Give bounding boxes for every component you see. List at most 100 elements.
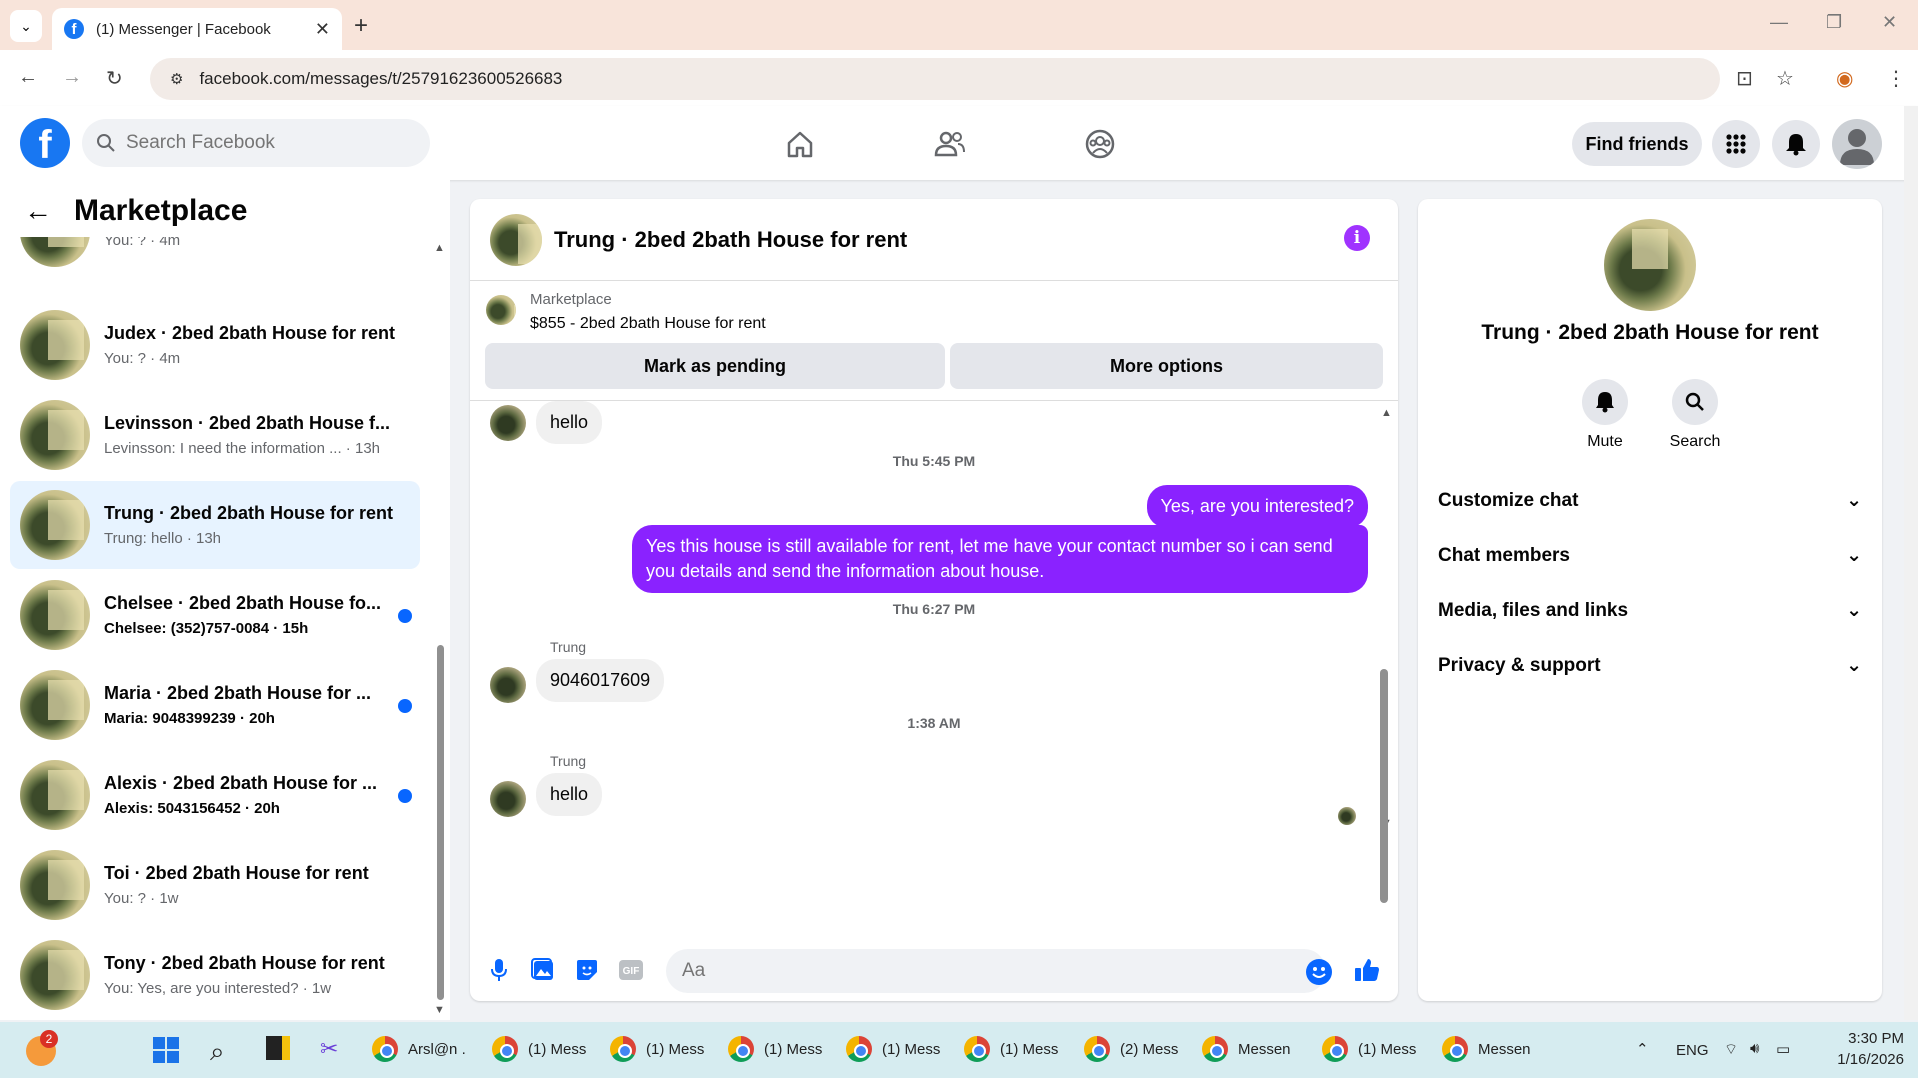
wifi-icon[interactable]: ⌔ — [1724, 1040, 1738, 1059]
conversation-item[interactable]: Trung · 2bed 2bath House for rent Trung: … — [10, 481, 420, 569]
tab-search-button[interactable]: ⌄ — [10, 10, 42, 42]
section-privacy-support[interactable]: Privacy & support ⌄ — [1438, 654, 1862, 677]
browser-tab[interactable]: f (1) Messenger | Facebook ✕ — [52, 8, 342, 50]
profile-browser-icon[interactable]: ◉ — [1836, 66, 1853, 91]
search-conversation-button[interactable]: Search — [1650, 379, 1740, 451]
taskbar-app-chrome[interactable]: (1) Mess — [1322, 1036, 1430, 1062]
menu-grid-icon[interactable] — [1712, 120, 1760, 168]
taskbar-app-chrome[interactable]: (1) Mess — [846, 1036, 954, 1062]
sender-avatar[interactable] — [490, 781, 526, 817]
facebook-logo-icon[interactable]: f — [20, 118, 70, 168]
search-input[interactable] — [126, 132, 406, 154]
search-label: Search — [1669, 433, 1721, 450]
details-avatar[interactable] — [1604, 219, 1696, 311]
close-window-icon[interactable]: ✕ — [1882, 12, 1897, 33]
info-icon[interactable]: i — [1344, 225, 1370, 251]
read-receipt-avatar — [1338, 807, 1356, 825]
address-bar[interactable]: ⚙ facebook.com/messages/t/25791623600526… — [150, 58, 1720, 100]
conversation-item[interactable]: Levinsson · 2bed 2bath House f... Levinss… — [10, 391, 420, 479]
taskbar-app-chrome[interactable]: Messen — [1202, 1036, 1310, 1062]
emoji-icon[interactable] — [1306, 959, 1332, 985]
conversation-item[interactable]: Judex · 2bed 2bath House for rent You: ? … — [10, 301, 420, 389]
section-label: Chat members — [1438, 544, 1570, 566]
facebook-search[interactable] — [82, 119, 430, 167]
install-app-icon[interactable]: ⊡ — [1736, 66, 1753, 91]
chevron-down-icon: ⌄ — [20, 17, 32, 34]
friends-icon[interactable] — [926, 124, 974, 164]
conversation-avatar — [20, 490, 90, 560]
taskbar-app-label: Arsl@n . — [408, 1040, 466, 1058]
clock[interactable]: 3:30 PM 1/16/2026 — [1824, 1030, 1904, 1068]
back-arrow-icon[interactable]: ← — [24, 195, 52, 227]
reload-icon[interactable]: ↻ — [106, 66, 123, 91]
chat-avatar[interactable] — [490, 213, 542, 266]
volume-icon[interactable]: 🔊︎ — [1750, 1040, 1759, 1057]
photo-icon[interactable] — [528, 955, 558, 985]
back-icon[interactable]: ← — [18, 66, 38, 89]
new-tab-icon[interactable]: + — [354, 12, 368, 40]
gif-icon[interactable]: GIF — [616, 955, 646, 985]
mute-button[interactable]: Mute — [1560, 379, 1650, 451]
taskbar-app-label: (1) Mess — [646, 1040, 705, 1058]
start-icon[interactable] — [152, 1036, 180, 1064]
taskbar-app-chrome[interactable]: (1) Mess — [492, 1036, 600, 1062]
bookmark-star-icon[interactable]: ☆ — [1776, 66, 1794, 91]
conversation-item[interactable]: Tony · 2bed 2bath House for rent You: Yes… — [10, 931, 420, 1019]
microphone-icon[interactable] — [484, 955, 514, 985]
forward-icon[interactable]: → — [62, 66, 82, 89]
tab-title: (1) Messenger | Facebook — [96, 20, 271, 38]
taskbar-app-chrome[interactable]: (1) Mess — [610, 1036, 718, 1062]
minimize-icon[interactable]: — — [1770, 12, 1788, 33]
section-chat-members[interactable]: Chat members ⌄ — [1438, 544, 1862, 567]
conversation-item[interactable]: Alexis · 2bed 2bath House for ... Alexis:… — [10, 751, 420, 839]
taskbar-app-chrome[interactable]: Arsl@n . — [372, 1036, 480, 1062]
like-thumb-icon[interactable] — [1352, 955, 1382, 985]
sticker-icon[interactable] — [572, 955, 602, 985]
chevron-up-icon[interactable]: ⌃ — [1636, 1040, 1649, 1058]
language-indicator[interactable]: ENG — [1676, 1042, 1709, 1059]
site-info-icon[interactable]: ⚙ — [170, 70, 183, 88]
find-friends-button[interactable]: Find friends — [1572, 122, 1702, 166]
chat-scrollbar-thumb[interactable] — [1380, 669, 1388, 903]
account-avatar[interactable] — [1832, 119, 1882, 169]
restore-icon[interactable]: ❐ — [1826, 12, 1842, 33]
unread-dot — [398, 609, 412, 623]
conversation-name: Toi · 2bed 2bath House for rent — [104, 863, 369, 883]
sender-name: Trung — [550, 753, 587, 769]
home-icon[interactable] — [776, 124, 824, 164]
mark-as-pending-button[interactable]: Mark as pending — [485, 343, 945, 389]
scroll-up-icon[interactable]: ▲ — [434, 242, 445, 254]
close-tab-icon[interactable]: ✕ — [315, 19, 330, 40]
sidebar-scrollbar-thumb[interactable] — [437, 645, 444, 1000]
search-taskbar-icon[interactable]: ⌕ — [210, 1036, 225, 1068]
weather-icon: 2 — [26, 1030, 58, 1066]
section-media-files-links[interactable]: Media, files and links ⌄ — [1438, 599, 1862, 622]
battery-icon[interactable]: ▭ — [1776, 1040, 1790, 1058]
sender-avatar[interactable] — [490, 667, 526, 703]
scroll-up-icon[interactable]: ▲ — [1381, 407, 1392, 419]
groups-icon[interactable] — [1076, 124, 1124, 164]
section-customize-chat[interactable]: Customize chat ⌄ — [1438, 489, 1862, 512]
message-input[interactable] — [666, 949, 1326, 993]
scroll-down-icon[interactable]: ▼ — [434, 1004, 445, 1016]
sticky-notes-icon[interactable] — [266, 1036, 290, 1060]
listing-title[interactable]: $855 - 2bed 2bath House for rent — [530, 315, 766, 333]
chat-title[interactable]: Trung · 2bed 2bath House for rent — [554, 227, 907, 253]
conversation-item[interactable]: Chelsee · 2bed 2bath House fo... Chelsee:… — [10, 571, 420, 659]
taskbar-app-chrome[interactable]: (2) Mess — [1084, 1036, 1192, 1062]
page-scrollbar[interactable] — [1904, 106, 1918, 1020]
taskbar-widget[interactable]: 2 — [26, 1030, 58, 1066]
conversation-item[interactable]: Toi · 2bed 2bath House for rent You: ? · … — [10, 841, 420, 929]
taskbar-app-chrome[interactable]: (1) Mess — [964, 1036, 1072, 1062]
taskbar-app-chrome[interactable]: Messen — [1442, 1036, 1550, 1062]
browser-menu-icon[interactable]: ⋮ — [1886, 66, 1906, 91]
mute-label: Mute — [1587, 433, 1623, 450]
snipping-tool-icon[interactable]: ✂ — [320, 1036, 338, 1062]
listing-thumbnail[interactable] — [486, 295, 516, 325]
sender-avatar[interactable] — [490, 405, 526, 441]
conversation-item[interactable]: Maria · 2bed 2bath House for ... Maria: 9… — [10, 661, 420, 749]
notifications-bell-icon[interactable] — [1772, 120, 1820, 168]
taskbar-app-chrome[interactable]: (1) Mess — [728, 1036, 836, 1062]
taskbar-app-label: (2) Mess — [1120, 1040, 1179, 1058]
more-options-button[interactable]: More options — [950, 343, 1383, 389]
